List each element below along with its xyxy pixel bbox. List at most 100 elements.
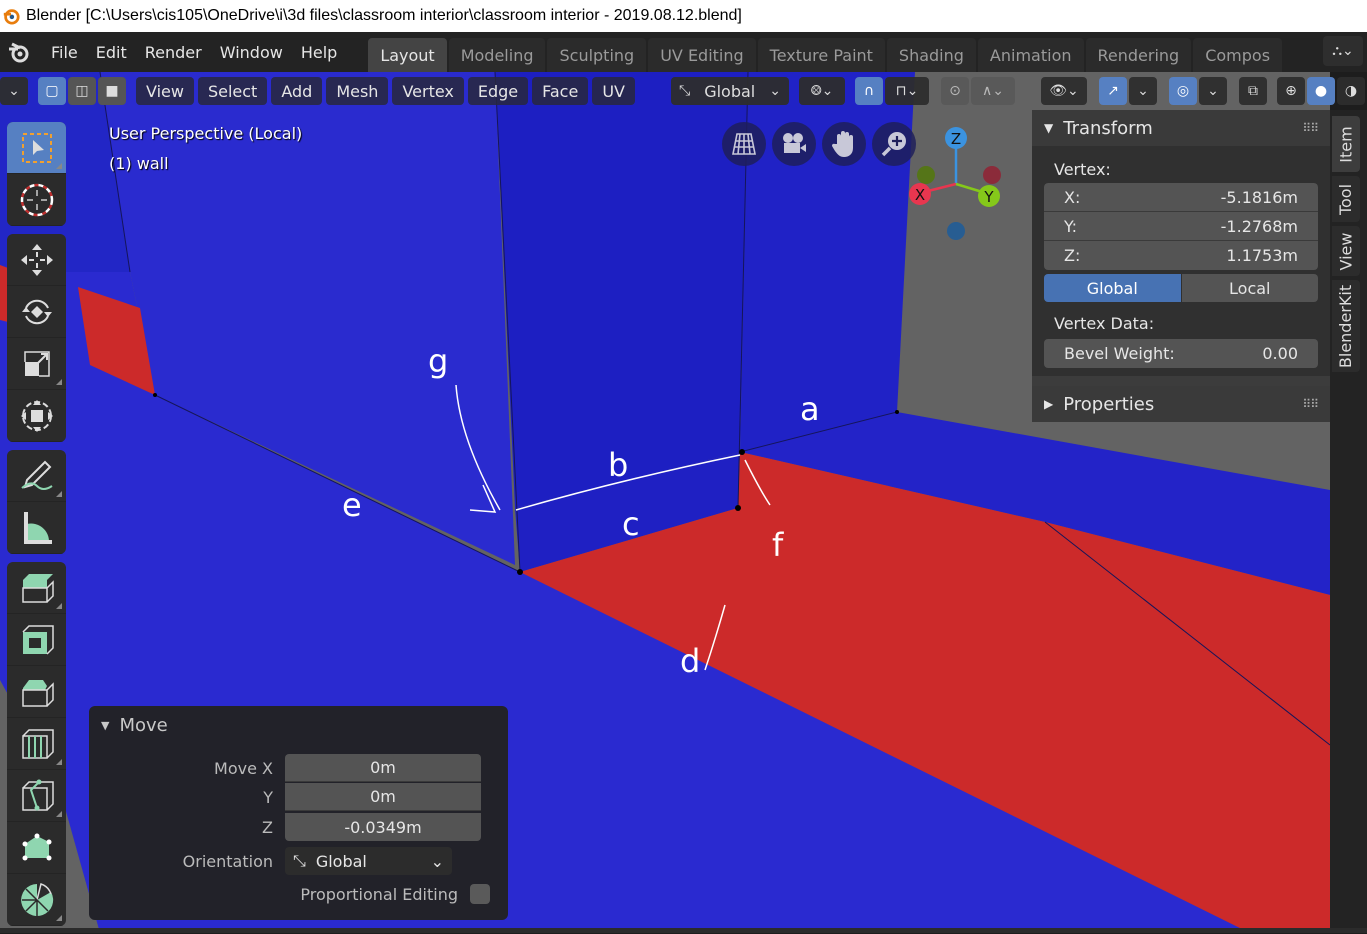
tool-loop-cut[interactable] xyxy=(7,718,66,770)
vertex-z-field[interactable]: Z:1.1753m xyxy=(1044,241,1318,270)
transform-panel-header[interactable]: ▼Transform ⠿⠿ xyxy=(1032,110,1330,146)
tool-cursor[interactable] xyxy=(7,174,66,226)
menu-help[interactable]: Help xyxy=(292,43,346,62)
tab-sculpting[interactable]: Sculpting xyxy=(547,38,646,72)
snap-toggle[interactable]: ∩ xyxy=(855,77,883,105)
tool-transform[interactable] xyxy=(7,390,66,442)
tool-annotate[interactable] xyxy=(7,450,66,502)
menu-render[interactable]: Render xyxy=(136,43,211,62)
properties-panel-header[interactable]: ▶Properties ⠿⠿ xyxy=(1032,386,1330,422)
header-menu-view[interactable]: View xyxy=(136,77,194,105)
neg-z-axis-dot[interactable] xyxy=(947,222,965,240)
gizmo-icon: ↗ xyxy=(1107,83,1119,99)
drag-grip-icon[interactable]: ⠿⠿ xyxy=(1302,121,1318,135)
window-title-bar: Blender [C:\Users\cis105\OneDrive\i\3d f… xyxy=(0,0,1367,32)
header-menu-edge[interactable]: Edge xyxy=(468,77,528,105)
mode-dropdown[interactable]: ⌄ xyxy=(0,77,28,105)
orientation-value: Global xyxy=(704,82,755,101)
redo-panel-header[interactable]: ▼Move xyxy=(101,714,496,736)
local-button[interactable]: Local xyxy=(1182,274,1319,302)
gizmo-dropdown[interactable]: ⌄ xyxy=(1129,77,1157,105)
move-x-field[interactable]: 0m xyxy=(285,754,481,782)
orientation-dropdown[interactable]: ⤡Global⌄ xyxy=(285,847,452,875)
tool-measure[interactable] xyxy=(7,502,66,554)
proportional-editing-checkbox[interactable] xyxy=(470,884,490,904)
solid-shading-button[interactable]: ● xyxy=(1307,77,1335,105)
face-select-mode-button[interactable]: ■ xyxy=(98,77,126,105)
transform-orientation-dropdown[interactable]: ⤡ Global ⌄ xyxy=(671,77,789,105)
knife-icon xyxy=(19,778,55,814)
face-select-icon: ■ xyxy=(105,83,118,99)
move-icon xyxy=(19,242,55,278)
header-menu-vertex[interactable]: Vertex xyxy=(392,77,463,105)
solid-sphere-icon: ● xyxy=(1315,83,1327,99)
bevel-weight-field[interactable]: Bevel Weight:0.00 xyxy=(1044,339,1318,368)
vertex-x-field[interactable]: X:-5.1816m xyxy=(1044,183,1318,212)
header-menu-uv[interactable]: UV xyxy=(592,77,635,105)
chevron-down-icon: ⌄ xyxy=(992,83,1004,99)
move-z-field[interactable]: -0.0349m xyxy=(285,813,481,841)
neg-y-axis-dot[interactable] xyxy=(917,166,935,184)
vertex-select-mode-button[interactable]: ▢ xyxy=(38,77,66,105)
pivot-icon: ⨷ xyxy=(811,83,822,99)
proportional-falloff-dropdown[interactable]: ∧⌄ xyxy=(971,77,1015,105)
wireframe-shading-button[interactable]: ⊕ xyxy=(1277,77,1305,105)
overlays-dropdown[interactable]: ⌄ xyxy=(1199,77,1227,105)
tool-group-select xyxy=(7,122,66,226)
tool-spin[interactable] xyxy=(7,874,66,926)
global-button[interactable]: Global xyxy=(1044,274,1181,302)
tool-poly-build[interactable] xyxy=(7,822,66,874)
selectability-visibility-dropdown[interactable]: 👁⌄ xyxy=(1041,77,1087,105)
sidebar-tab-tool[interactable]: Tool xyxy=(1332,176,1360,222)
pivot-point-dropdown[interactable]: ⨷⌄ xyxy=(799,77,845,105)
move-y-label: Y xyxy=(89,788,285,807)
sidebar-tab-view[interactable]: View xyxy=(1332,226,1360,276)
tool-knife[interactable] xyxy=(7,770,66,822)
menu-window[interactable]: Window xyxy=(211,43,292,62)
neg-x-axis-dot[interactable] xyxy=(983,166,1001,184)
tab-texture-paint[interactable]: Texture Paint xyxy=(758,38,885,72)
xray-toggle[interactable]: ⧉ xyxy=(1239,77,1267,105)
viewport-header: ⌄ ▢ ◫ ■ View Select Add Mesh Vertex Edge… xyxy=(0,76,1367,106)
toggle-perspective-button[interactable] xyxy=(722,122,766,166)
gizmo-toggle[interactable]: ↗ xyxy=(1099,77,1127,105)
axis-orientation-gizmo[interactable]: Z X Y xyxy=(905,126,1005,244)
header-menu-mesh[interactable]: Mesh xyxy=(326,77,388,105)
scene-icon: ⛬ xyxy=(1332,43,1342,59)
sidebar-tab-item[interactable]: Item xyxy=(1332,116,1360,172)
drag-grip-icon[interactable]: ⠿⠿ xyxy=(1302,397,1318,411)
blender-menu-icon[interactable] xyxy=(6,39,32,65)
scene-selector-button[interactable]: ⛬⌄ xyxy=(1323,36,1363,66)
pan-view-button[interactable] xyxy=(822,122,866,166)
tool-select-box[interactable] xyxy=(7,122,66,174)
menu-edit[interactable]: Edit xyxy=(87,43,136,62)
wireframe-sphere-icon: ⊕ xyxy=(1285,83,1297,99)
vertex-y-field[interactable]: Y:-1.2768m xyxy=(1044,212,1318,241)
menu-file[interactable]: File xyxy=(42,43,87,62)
tool-rotate[interactable] xyxy=(7,286,66,338)
tab-compositing[interactable]: Compos xyxy=(1193,38,1282,72)
tab-rendering[interactable]: Rendering xyxy=(1086,38,1192,72)
tool-extrude-region[interactable] xyxy=(7,562,66,614)
header-menu-select[interactable]: Select xyxy=(198,77,267,105)
proportional-editing-toggle[interactable]: ⊙ xyxy=(941,77,969,105)
header-menu-face[interactable]: Face xyxy=(532,77,588,105)
sidebar-tab-blenderkit[interactable]: BlenderKit xyxy=(1332,280,1360,372)
header-menu-add[interactable]: Add xyxy=(271,77,322,105)
overlays-toggle[interactable]: ◎ xyxy=(1169,77,1197,105)
snap-target-dropdown[interactable]: ⊓⌄ xyxy=(885,77,929,105)
camera-view-button[interactable] xyxy=(772,122,816,166)
tab-animation[interactable]: Animation xyxy=(978,38,1084,72)
tab-layout[interactable]: Layout xyxy=(368,38,446,72)
tool-bevel[interactable] xyxy=(7,666,66,718)
tool-scale[interactable] xyxy=(7,338,66,390)
tab-tool-label: Tool xyxy=(1337,183,1356,214)
tab-uv-editing[interactable]: UV Editing xyxy=(648,38,755,72)
move-y-field[interactable]: 0m xyxy=(285,783,481,811)
tool-inset-faces[interactable] xyxy=(7,614,66,666)
edge-select-mode-button[interactable]: ◫ xyxy=(68,77,96,105)
tab-shading[interactable]: Shading xyxy=(887,38,976,72)
material-preview-button[interactable]: ◑ xyxy=(1337,77,1365,105)
tab-modeling[interactable]: Modeling xyxy=(449,38,546,72)
tool-move[interactable] xyxy=(7,234,66,286)
